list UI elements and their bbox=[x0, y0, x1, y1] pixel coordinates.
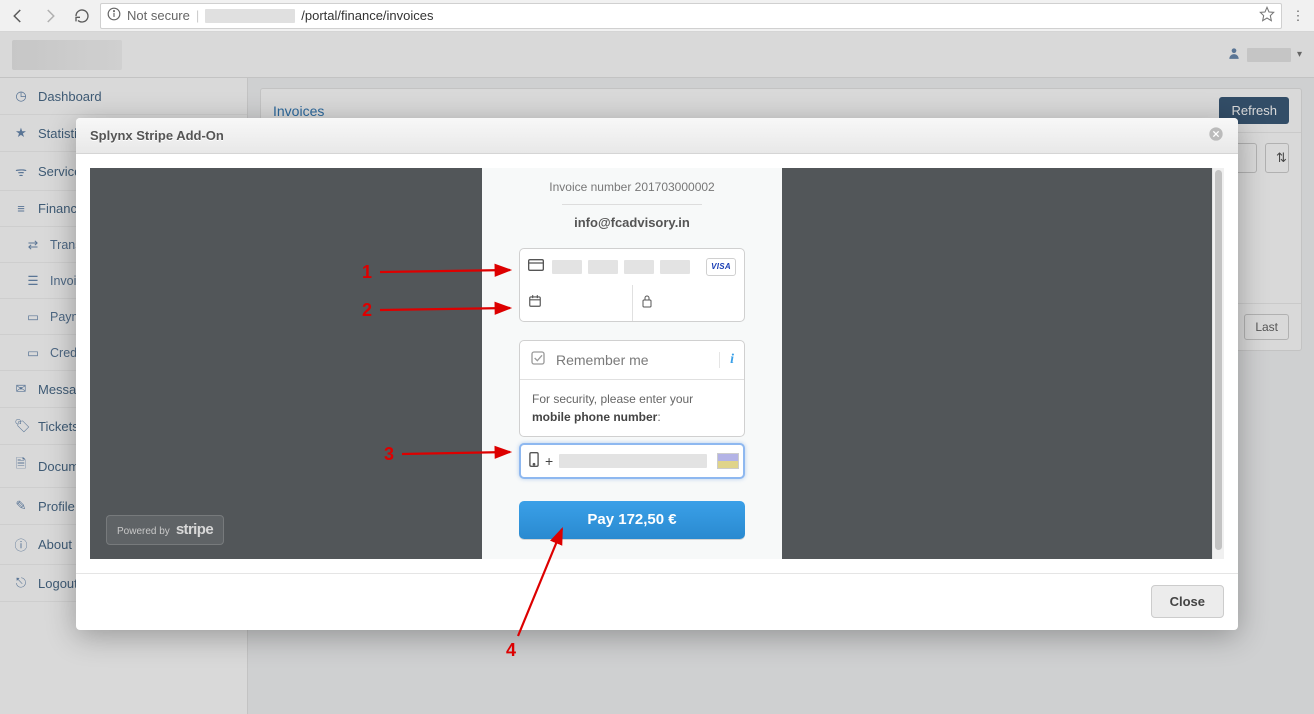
card-number-redacted bbox=[552, 260, 698, 274]
card-number-input[interactable]: VISA bbox=[520, 249, 744, 285]
card-icon bbox=[528, 259, 544, 274]
stripe-checkout-frame: Powered by stripe Invoice number 2017030… bbox=[90, 168, 1224, 559]
pay-button[interactable]: Pay 172,50 € bbox=[519, 501, 745, 539]
card-input-group: VISA bbox=[519, 248, 745, 322]
back-button[interactable] bbox=[4, 2, 32, 30]
checkbox-icon[interactable] bbox=[530, 350, 546, 369]
forward-button[interactable] bbox=[36, 2, 64, 30]
scrollbar-thumb[interactable] bbox=[1215, 170, 1222, 550]
modal-title: Splynx Stripe Add-On bbox=[90, 128, 224, 143]
scrollbar[interactable] bbox=[1212, 168, 1224, 559]
phone-number-input[interactable]: + bbox=[519, 443, 745, 479]
visa-badge: VISA bbox=[706, 258, 736, 276]
url-host-redacted bbox=[205, 9, 295, 23]
stripe-modal: Splynx Stripe Add-On Powered by stripe I… bbox=[76, 118, 1238, 630]
address-bar[interactable]: Not secure | /portal/finance/invoices bbox=[100, 3, 1282, 29]
stripe-wordmark: stripe bbox=[176, 521, 213, 538]
info-icon[interactable]: i bbox=[719, 352, 734, 368]
security-note: For security, please enter your mobile p… bbox=[520, 379, 744, 436]
country-flag[interactable] bbox=[717, 453, 739, 469]
bookmark-star-icon[interactable] bbox=[1259, 6, 1275, 25]
browser-menu-button[interactable]: ⋮ bbox=[1286, 8, 1310, 24]
card-expiry-input[interactable] bbox=[520, 285, 632, 321]
phone-icon bbox=[529, 452, 539, 470]
browser-toolbar: Not secure | /portal/finance/invoices ⋮ bbox=[0, 0, 1314, 32]
url-path: /portal/finance/invoices bbox=[301, 8, 433, 23]
card-cvc-input[interactable] bbox=[632, 285, 745, 321]
reload-button[interactable] bbox=[68, 2, 96, 30]
calendar-icon bbox=[528, 294, 542, 311]
remember-me-box: Remember me i For security, please enter… bbox=[519, 340, 745, 437]
info-icon bbox=[107, 7, 121, 24]
stripe-payment-card: Invoice number 201703000002 info@fcadvis… bbox=[482, 168, 782, 559]
phone-prefix: + bbox=[545, 453, 553, 469]
security-label: Not secure bbox=[127, 8, 190, 23]
powered-by-stripe: Powered by stripe bbox=[106, 515, 224, 545]
modal-close-icon[interactable] bbox=[1208, 126, 1224, 145]
phone-number-redacted bbox=[559, 454, 707, 468]
merchant-email: info@fcadvisory.in bbox=[574, 215, 690, 230]
powered-by-label: Powered by bbox=[117, 526, 170, 537]
lock-icon bbox=[641, 294, 653, 311]
separator bbox=[562, 204, 702, 205]
invoice-number: Invoice number 201703000002 bbox=[549, 180, 714, 194]
pay-button-label: Pay 172,50 € bbox=[587, 511, 676, 528]
remember-me-label[interactable]: Remember me bbox=[556, 352, 649, 368]
close-button[interactable]: Close bbox=[1151, 585, 1224, 618]
